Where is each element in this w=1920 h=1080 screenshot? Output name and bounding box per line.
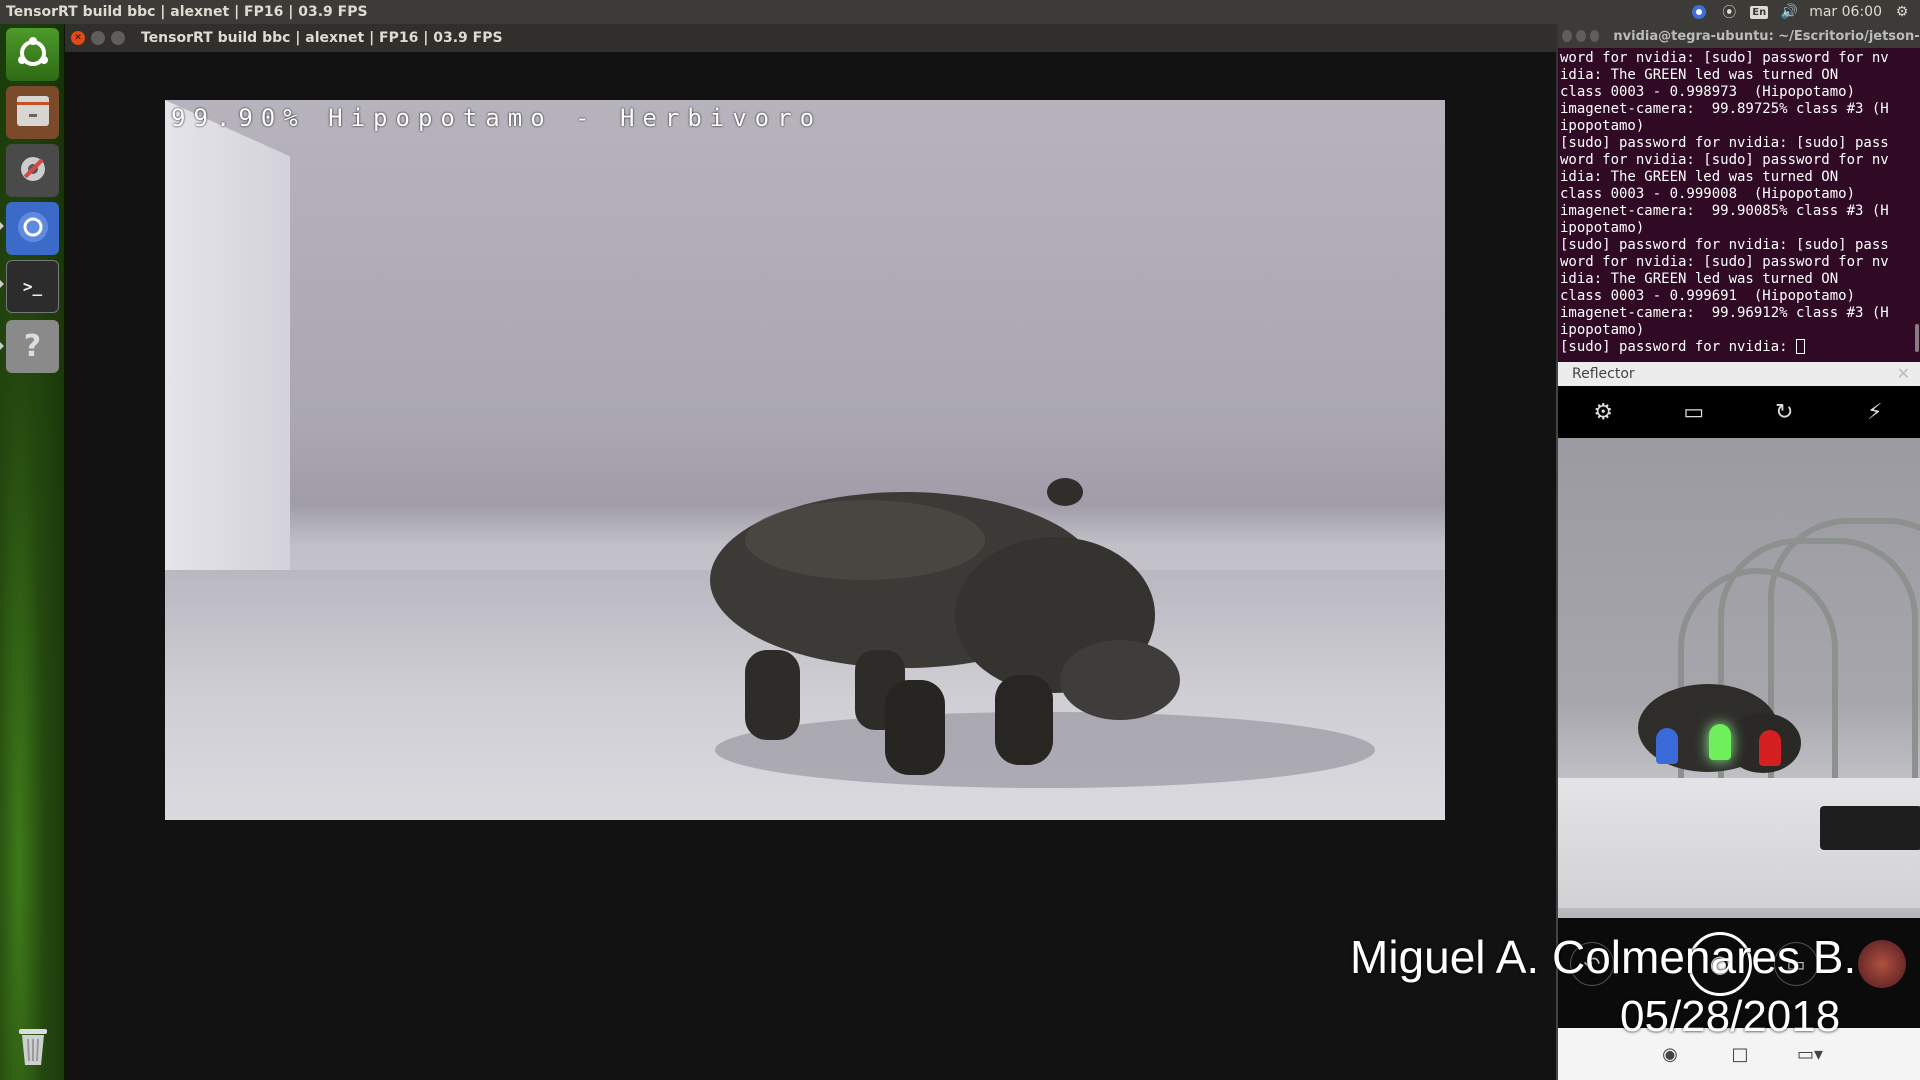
- reflector-titlebar[interactable]: Reflector ✕: [1558, 362, 1920, 386]
- terminal-line: ipopotamo): [1560, 322, 1645, 338]
- settings-tools-icon: [14, 150, 52, 192]
- watermark-author: Miguel A. Colmenares B.: [1350, 931, 1857, 983]
- terminal-line: ipopotamo): [1560, 118, 1645, 134]
- main-window-titlebar[interactable]: ✕ TensorRT build bbc | alexnet | FP16 | …: [65, 24, 1556, 52]
- question-mark-icon: ?: [23, 329, 42, 364]
- trash-launcher-button[interactable]: [6, 1020, 59, 1073]
- terminal-line: class 0003 - 0.999691 (Hipopotamo): [1560, 288, 1856, 304]
- tensorrt-window: ✕ TensorRT build bbc | alexnet | FP16 | …: [65, 24, 1556, 1080]
- close-icon[interactable]: ✕: [1897, 364, 1910, 383]
- terminal-line: class 0003 - 0.999008 (Hipopotamo): [1560, 186, 1856, 202]
- wifi-icon[interactable]: ⦿: [1719, 3, 1739, 21]
- maximize-window-button[interactable]: [1589, 30, 1600, 42]
- ubuntu-logo-icon: [16, 36, 50, 74]
- chromium-tray-icon[interactable]: [1689, 3, 1709, 21]
- running-indicator: [0, 280, 4, 288]
- minimize-window-button[interactable]: [1575, 30, 1586, 42]
- terminal-line: imagenet-camera: 99.89725% class #3 (H: [1560, 101, 1889, 117]
- system-tray: ⦿ En 🔊 mar 06:00 ⚙: [1689, 3, 1920, 21]
- minimize-window-button[interactable]: [91, 31, 105, 45]
- gallery-thumbnail[interactable]: [1858, 940, 1906, 988]
- devices-icon[interactable]: ▭▾: [1790, 1044, 1830, 1065]
- camera-switch-icon[interactable]: ↻: [1764, 400, 1804, 425]
- terminal-line: [sudo] password for nvidia: [sudo] pass: [1560, 237, 1889, 253]
- chromium-launcher-button[interactable]: [6, 202, 59, 255]
- clock[interactable]: mar 06:00: [1809, 4, 1882, 20]
- close-window-button[interactable]: ✕: [71, 31, 85, 45]
- crop-icon[interactable]: □: [1720, 1044, 1760, 1065]
- active-window-title: TensorRT build bbc | alexnet | FP16 | 03…: [6, 4, 368, 20]
- photo-mode-icon[interactable]: ◉: [1650, 1044, 1690, 1065]
- flash-off-icon[interactable]: ⚡: [1855, 400, 1895, 425]
- terminal-line: ipopotamo): [1560, 220, 1645, 236]
- terminal-line: class 0003 - 0.998973 (Hipopotamo): [1560, 84, 1856, 100]
- watermark-date: 05/28/2018: [1620, 992, 1841, 1041]
- terminal-icon: >_: [22, 277, 43, 296]
- hippo-figure: [710, 478, 1375, 788]
- terminal-line: word for nvidia: [sudo] password for nv: [1560, 152, 1889, 168]
- keyboard-layout-label: En: [1750, 5, 1769, 19]
- terminal-line: idia: The GREEN led was turned ON: [1560, 67, 1839, 83]
- keyboard-in-preview: [1820, 806, 1920, 850]
- terminal-prompt-line[interactable]: [sudo] password for nvidia:: [1560, 339, 1918, 356]
- help-launcher-button[interactable]: ?: [6, 320, 59, 373]
- trash-icon: [15, 1023, 51, 1071]
- maximize-window-button[interactable]: [111, 31, 125, 45]
- terminal-line: [sudo] password for nvidia: [sudo] pass: [1560, 135, 1889, 151]
- top-panel: TensorRT build bbc | alexnet | FP16 | 03…: [0, 0, 1920, 24]
- terminal-scrollbar[interactable]: [1915, 324, 1919, 352]
- classification-overlay: 99.90% Hipopotamo - Herbivoro: [171, 104, 823, 132]
- running-indicator: [0, 222, 4, 230]
- terminal-line: idia: The GREEN led was turned ON: [1560, 271, 1839, 287]
- chromium-icon: [14, 208, 52, 250]
- gear-icon[interactable]: ⚙: [1892, 3, 1912, 21]
- terminal-output[interactable]: word for nvidia: [sudo] password for nv i…: [1558, 48, 1920, 362]
- ubuntu-dash-button[interactable]: [6, 28, 59, 81]
- launcher: >_ ?: [0, 24, 65, 1080]
- settings-icon[interactable]: ⚙: [1583, 400, 1623, 425]
- files-launcher-button[interactable]: [6, 86, 59, 139]
- terminal-titlebar[interactable]: nvidia@tegra-ubuntu: ~/Escritorio/jetson…: [1558, 24, 1920, 48]
- keyboard-layout-indicator[interactable]: En: [1749, 3, 1769, 21]
- terminal-line: idia: The GREEN led was turned ON: [1560, 169, 1839, 185]
- reflector-toolbar: ⚙ ▭ ↻ ⚡: [1558, 386, 1920, 438]
- phone-camera-preview: [1558, 438, 1920, 918]
- terminal-line: imagenet-camera: 99.96912% class #3 (H: [1560, 305, 1889, 321]
- running-indicator: [0, 342, 4, 350]
- terminal-window: nvidia@tegra-ubuntu: ~/Escritorio/jetson…: [1556, 24, 1920, 362]
- main-window-title: TensorRT build bbc | alexnet | FP16 | 03…: [141, 30, 503, 46]
- terminal-line: imagenet-camera: 99.90085% class #3 (H: [1560, 203, 1889, 219]
- terminal-title: nvidia@tegra-ubuntu: ~/Escritorio/jetson…: [1613, 28, 1920, 44]
- terminal-line: word for nvidia: [sudo] password for nv: [1560, 254, 1889, 270]
- camera-feed: 99.90% Hipopotamo - Herbivoro: [165, 100, 1445, 820]
- volume-icon[interactable]: 🔊: [1779, 3, 1799, 21]
- flip-camera-icon[interactable]: ▭: [1674, 400, 1714, 425]
- green-led: [1709, 724, 1731, 760]
- blue-led: [1656, 728, 1678, 764]
- terminal-prompt: [sudo] password for nvidia:: [1560, 339, 1797, 355]
- text-cursor: [1796, 339, 1806, 354]
- terminal-line: word for nvidia: [sudo] password for nv: [1560, 50, 1889, 66]
- red-led: [1759, 730, 1781, 766]
- file-cabinet-icon: [14, 92, 52, 134]
- system-settings-launcher-button[interactable]: [6, 144, 59, 197]
- close-window-button[interactable]: [1562, 30, 1572, 42]
- reflector-title: Reflector: [1572, 366, 1635, 382]
- terminal-launcher-button[interactable]: >_: [6, 260, 59, 313]
